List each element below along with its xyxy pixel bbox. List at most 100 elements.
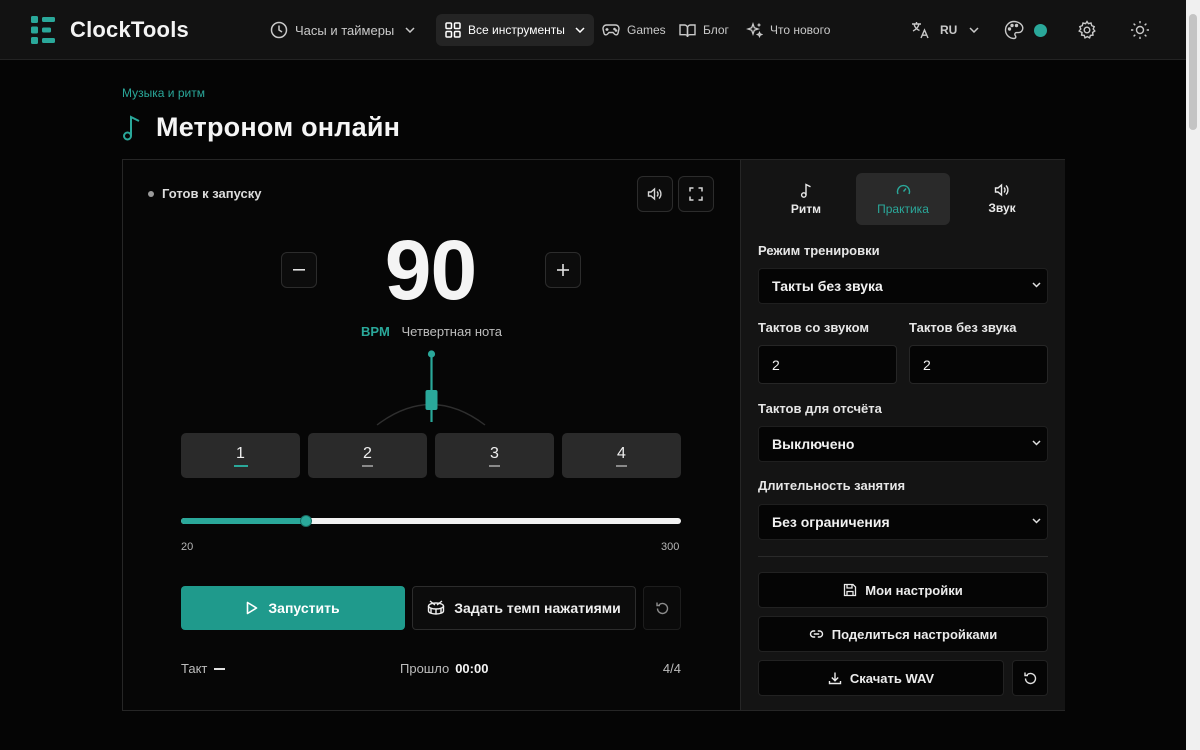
speaker-icon [647, 187, 663, 201]
elapsed-label: Прошло [400, 661, 450, 676]
session-duration-value: Без ограничения [772, 514, 890, 530]
tempo-caption: BPM Четвертная нота [123, 324, 740, 339]
nav-whats-new-label: Что нового [770, 23, 831, 37]
nav-whats-new[interactable]: Что нового [738, 14, 838, 46]
gauge-icon [896, 183, 911, 198]
settings-tabs: Ритм Практика Звук [759, 173, 1049, 225]
decrease-tempo-button[interactable] [281, 252, 317, 288]
theme-toggle-button[interactable] [1122, 14, 1158, 46]
nav-games[interactable]: Games [594, 14, 674, 46]
sun-icon [1130, 20, 1150, 40]
music-note-icon [122, 114, 142, 141]
metronome-footer: Такт Прошло 00:00 4/4 [181, 661, 681, 677]
count-in-select[interactable]: Выключено [758, 426, 1048, 462]
link-icon [809, 628, 824, 640]
beat-bar [362, 465, 373, 467]
palette-icon [1004, 20, 1024, 40]
beat-number: 1 [236, 444, 245, 462]
nav-all-tools-label: Все инструменты [468, 23, 565, 37]
clock-icon [270, 21, 288, 39]
beat-indicator[interactable]: 1 [181, 433, 300, 478]
note-value-selector[interactable]: Четвертная нота [401, 324, 502, 339]
reset-button[interactable] [643, 586, 681, 630]
training-mode-select[interactable]: Такты без звука [758, 268, 1048, 304]
metronome-display: Готов к запуску 90 BPM Четвертная нота 1… [123, 160, 740, 710]
training-mode-label: Режим тренировки [758, 243, 880, 258]
start-button-label: Запустить [268, 600, 340, 616]
bpm-unit: BPM [360, 324, 390, 339]
chevron-down-icon [1032, 282, 1041, 288]
tab-label: Ритм [790, 201, 822, 216]
slider-thumb[interactable] [300, 515, 312, 527]
chevron-down-icon [1032, 440, 1041, 446]
start-button[interactable]: Запустить [181, 586, 405, 630]
beat-number: 2 [363, 444, 372, 462]
tab-sound[interactable]: Звук [955, 173, 1049, 225]
count-in-label: Тактов для отсчёта [758, 401, 882, 416]
beat-indicator[interactable]: 3 [435, 433, 554, 478]
bpm-value: 90 [384, 223, 477, 317]
silent-bars-value: 2 [923, 356, 931, 373]
elapsed-value: 00:00 [455, 661, 489, 676]
app-name[interactable]: ClockTools [70, 17, 189, 43]
tempo-slider[interactable] [181, 515, 681, 527]
metronome-panel: Готов к запуску 90 BPM Четвертная нота 1… [122, 159, 1065, 711]
beat-indicator[interactable]: 4 [562, 433, 681, 478]
music-note-icon [800, 182, 812, 198]
beat-indicators: 1 2 3 4 [181, 433, 681, 478]
settings-button[interactable] [1069, 14, 1105, 46]
play-icon [246, 601, 258, 615]
silent-bars-input[interactable]: 2 [909, 345, 1048, 384]
translate-icon [911, 21, 931, 39]
breadcrumb[interactable]: Музыка и ритм [122, 86, 205, 100]
book-icon [679, 23, 696, 38]
minus-icon [293, 269, 305, 271]
drum-icon [427, 600, 445, 616]
chevron-down-icon [1032, 518, 1041, 524]
scrollbar-thumb[interactable] [1189, 14, 1197, 130]
plus-icon [557, 264, 569, 276]
fullscreen-button[interactable] [678, 176, 714, 212]
reset-settings-button[interactable] [1012, 660, 1048, 696]
beat-number: 3 [490, 444, 499, 462]
share-settings-button[interactable]: Поделиться настройками [758, 616, 1048, 652]
page-scrollbar[interactable] [1186, 0, 1200, 750]
slider-fill [181, 518, 306, 524]
beat-indicator[interactable]: 2 [308, 433, 427, 478]
beat-number: 4 [617, 444, 626, 462]
beat-bar [616, 465, 627, 467]
chevron-down-icon [969, 27, 979, 33]
my-settings-button[interactable]: Мои настройки [758, 572, 1048, 608]
increase-tempo-button[interactable] [545, 252, 581, 288]
tap-tempo-label: Задать темп нажатиями [454, 600, 621, 616]
grid-icon [445, 22, 461, 38]
theme-color-picker[interactable] [996, 14, 1055, 46]
beat-accent-bar [234, 465, 248, 467]
sound-bars-value: 2 [772, 356, 780, 373]
pendulum-icon [373, 346, 490, 426]
download-wav-button[interactable]: Скачать WAV [758, 660, 1004, 696]
session-duration-select[interactable]: Без ограничения [758, 504, 1048, 540]
accent-color-dot [1034, 23, 1047, 37]
nav-blog[interactable]: Блог [671, 14, 737, 46]
tab-rhythm[interactable]: Ритм [759, 173, 853, 225]
bar-counter-value [214, 668, 225, 670]
sound-bars-input[interactable]: 2 [758, 345, 897, 384]
share-settings-label: Поделиться настройками [831, 626, 998, 642]
elapsed-time: Прошло 00:00 [400, 661, 488, 676]
tempo-max-label: 300 [661, 541, 680, 553]
status-text: Готов к запуску [162, 186, 262, 201]
chevron-down-icon [405, 27, 415, 33]
mute-toggle-button[interactable] [637, 176, 673, 212]
save-icon [843, 583, 857, 597]
language-selector[interactable]: RU [903, 14, 987, 46]
clocktools-logo-icon[interactable] [30, 16, 56, 44]
tap-tempo-button[interactable]: Задать темп нажатиями [412, 586, 636, 630]
sparkles-icon [746, 21, 763, 39]
tab-practice[interactable]: Практика [856, 173, 950, 225]
session-duration-label: Длительность занятия [758, 478, 906, 493]
nav-clocks-and-timers[interactable]: Часы и таймеры [262, 14, 423, 46]
nav-all-tools[interactable]: Все инструменты [436, 14, 594, 46]
fullscreen-icon [689, 187, 703, 201]
time-signature: 4/4 [662, 661, 681, 676]
